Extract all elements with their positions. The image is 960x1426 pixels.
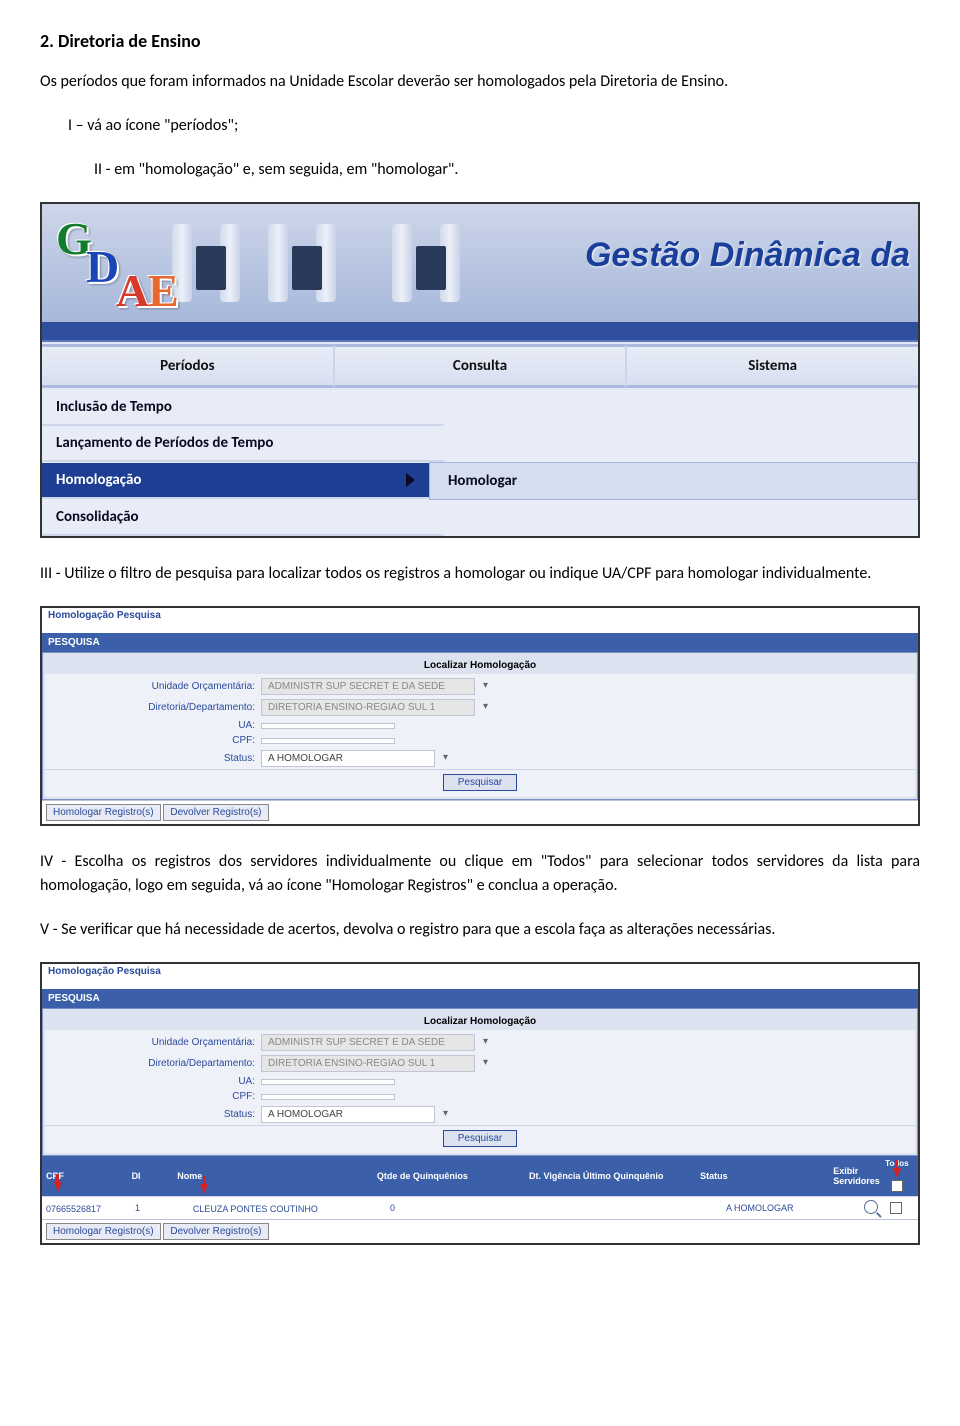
banner-bluebar bbox=[42, 322, 918, 342]
select-diretoria[interactable]: DIRETORIA ENSINO-REGIAO SUL 1 bbox=[261, 1055, 475, 1072]
red-arrow-icon bbox=[893, 1168, 901, 1178]
col-exibir-header: Exibir Servidores bbox=[833, 1166, 880, 1186]
col-qtde-header: Qtde de Quinquênios bbox=[377, 1171, 529, 1181]
paragraph: Os períodos que foram informados na Unid… bbox=[40, 70, 920, 94]
label-diretoria: Diretoria/Departamento: bbox=[45, 1058, 261, 1069]
menu-consolidacao[interactable]: Consolidação bbox=[42, 500, 444, 536]
label-unidade: Unidade Orçamentária: bbox=[45, 1037, 261, 1048]
col-status-header: Status bbox=[700, 1171, 833, 1181]
label-unidade: Unidade Orçamentária: bbox=[45, 681, 261, 692]
logo-letter-D: D bbox=[86, 240, 119, 293]
section-bar-pesquisa: PESQUISA bbox=[42, 989, 918, 1008]
step-ii: II - em "homologação" e, sem seguida, em… bbox=[40, 158, 920, 182]
cell-nome: CLEUZA PONTES COUTINHO bbox=[182, 1202, 390, 1214]
search-icon bbox=[864, 1200, 878, 1214]
results-header: CPF DI Nome Qtde de Quinquênios Dt. Vigê… bbox=[42, 1156, 918, 1196]
section-heading: 2. Diretoria de Ensino bbox=[40, 30, 920, 52]
form-title: Localizar Homologação bbox=[45, 1011, 915, 1030]
screenshot-gdae-menu: G D A E Gestão Dinâmica da Períodos Cons… bbox=[40, 202, 920, 538]
menu-inclusao-tempo[interactable]: Inclusão de Tempo bbox=[42, 390, 444, 426]
step-iv: IV - Escolha os registros dos servidores… bbox=[40, 850, 920, 898]
devolver-registros-button[interactable]: Devolver Registro(s) bbox=[163, 1223, 268, 1240]
devolver-registros-button[interactable]: Devolver Registro(s) bbox=[163, 804, 268, 821]
red-arrow-icon bbox=[54, 1182, 62, 1192]
cell-status: A HOMOLOGAR bbox=[726, 1203, 864, 1213]
col-vig-header: Dt. Vigência Último Quinquênio bbox=[529, 1171, 700, 1181]
input-ua[interactable] bbox=[261, 1079, 395, 1085]
banner-title: Gestão Dinâmica da bbox=[585, 236, 910, 275]
homologar-registros-button[interactable]: Homologar Registro(s) bbox=[46, 1223, 161, 1240]
banner: G D A E Gestão Dinâmica da bbox=[42, 204, 918, 322]
form-title: Localizar Homologação bbox=[45, 655, 915, 674]
menu-homologacao-label: Homologação bbox=[56, 471, 141, 489]
input-cpf[interactable] bbox=[261, 1094, 395, 1100]
screenshot-pesquisa-1: Homologação Pesquisa PESQUISA Localizar … bbox=[40, 606, 920, 826]
logo-letter-E: E bbox=[148, 264, 179, 317]
breadcrumb: Homologação Pesquisa bbox=[42, 964, 918, 979]
cell-todos[interactable] bbox=[878, 1202, 914, 1214]
select-unidade[interactable]: ADMINISTR SUP SECRET E DA SEDE bbox=[261, 1034, 475, 1051]
top-tabs: Períodos Consulta Sistema bbox=[42, 342, 918, 390]
select-unidade[interactable]: ADMINISTR SUP SECRET E DA SEDE bbox=[261, 678, 475, 695]
label-diretoria: Diretoria/Departamento: bbox=[45, 702, 261, 713]
row-checkbox[interactable] bbox=[890, 1202, 902, 1214]
tab-sistema[interactable]: Sistema bbox=[625, 344, 918, 388]
col-di-header: DI bbox=[132, 1171, 178, 1181]
cell-cpf: 07665526817 bbox=[46, 1202, 135, 1214]
label-status: Status: bbox=[45, 1109, 261, 1120]
label-cpf: CPF: bbox=[45, 1091, 261, 1102]
input-cpf[interactable] bbox=[261, 738, 395, 744]
label-ua: UA: bbox=[45, 720, 261, 731]
breadcrumb: Homologação Pesquisa bbox=[42, 608, 918, 623]
submenu-homologar[interactable]: Homologar bbox=[429, 462, 918, 500]
col-nome-header: Nome bbox=[177, 1171, 377, 1181]
section-bar-pesquisa: PESQUISA bbox=[42, 633, 918, 652]
col-todos-header[interactable]: Todos bbox=[880, 1160, 914, 1192]
table-row: 07665526817 1 CLEUZA PONTES COUTINHO 0 A… bbox=[42, 1196, 918, 1219]
pesquisar-button[interactable]: Pesquisar bbox=[443, 1130, 517, 1147]
tab-consulta[interactable]: Consulta bbox=[333, 344, 626, 388]
chevron-right-icon bbox=[406, 473, 415, 487]
tab-periodos[interactable]: Períodos bbox=[42, 344, 333, 388]
homologar-registros-button[interactable]: Homologar Registro(s) bbox=[46, 804, 161, 821]
menu-lancamento-periodos[interactable]: Lançamento de Períodos de Tempo bbox=[42, 426, 444, 462]
step-v: V - Se verificar que há necessidade de a… bbox=[40, 918, 920, 942]
red-arrow-icon bbox=[200, 1184, 208, 1194]
screenshot-pesquisa-2: Homologação Pesquisa PESQUISA Localizar … bbox=[40, 962, 920, 1245]
menu-homologacao[interactable]: Homologação bbox=[42, 463, 429, 499]
select-status[interactable]: A HOMOLOGAR bbox=[261, 750, 435, 767]
pesquisar-button[interactable]: Pesquisar bbox=[443, 774, 517, 791]
cpf-text: 07665526817 bbox=[46, 1204, 101, 1214]
input-ua[interactable] bbox=[261, 723, 395, 729]
cell-exibir[interactable] bbox=[864, 1200, 878, 1216]
cell-qtde: 0 bbox=[390, 1203, 548, 1213]
label-cpf: CPF: bbox=[45, 735, 261, 746]
select-status[interactable]: A HOMOLOGAR bbox=[261, 1106, 435, 1123]
gdae-logo: G D A E bbox=[56, 212, 186, 316]
side-menu: Inclusão de Tempo Lançamento de Períodos… bbox=[42, 390, 918, 536]
nome-text: CLEUZA PONTES COUTINHO bbox=[193, 1204, 318, 1214]
label-status: Status: bbox=[45, 753, 261, 764]
step-iii: III - Utilize o filtro de pesquisa para … bbox=[40, 562, 920, 586]
label-ua: UA: bbox=[45, 1076, 261, 1087]
select-all-checkbox[interactable] bbox=[891, 1180, 903, 1192]
logo-letter-A: A bbox=[116, 264, 149, 317]
step-i: I – vá ao ícone "períodos"; bbox=[40, 114, 920, 138]
select-diretoria[interactable]: DIRETORIA ENSINO-REGIAO SUL 1 bbox=[261, 699, 475, 716]
cell-di: 1 bbox=[135, 1203, 182, 1213]
